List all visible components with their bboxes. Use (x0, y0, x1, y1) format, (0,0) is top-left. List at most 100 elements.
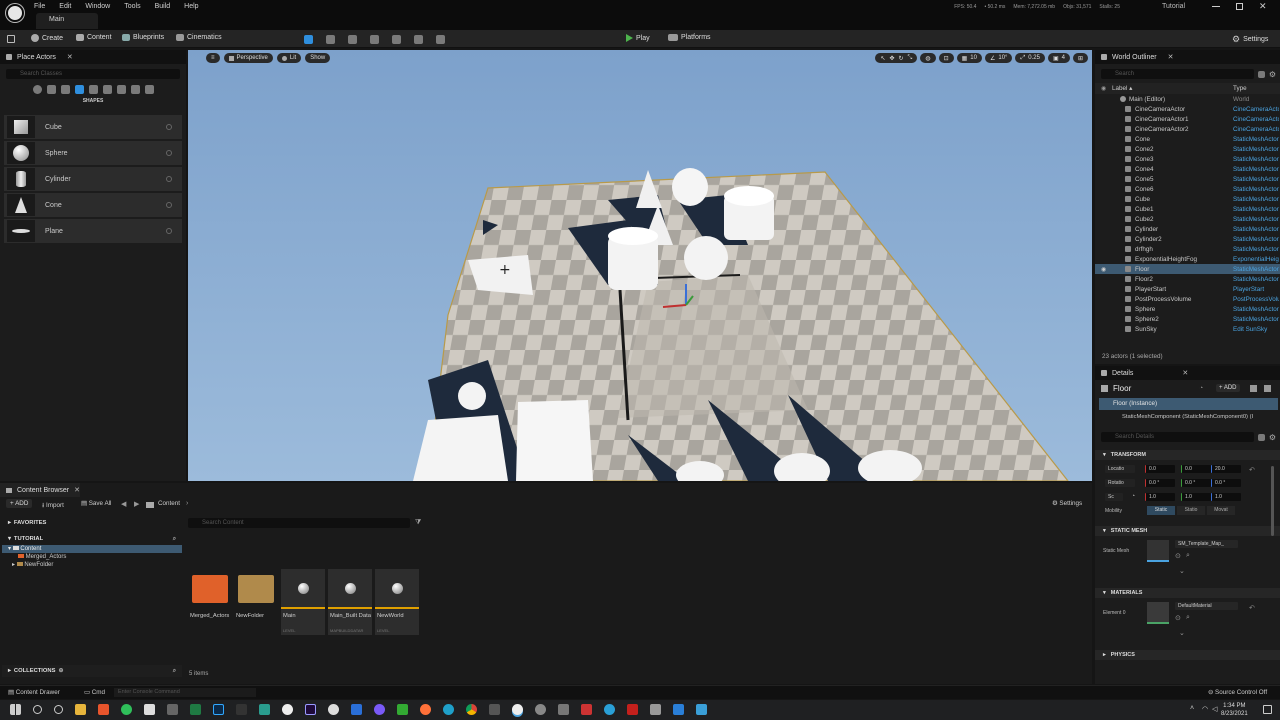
outliner-search-input[interactable]: Search (1101, 69, 1254, 79)
visibility-icon[interactable]: ◉ (1101, 85, 1106, 92)
menu-file[interactable]: File (34, 3, 45, 10)
outliner-row[interactable]: CineCameraActor2 CineCameraActor (1095, 124, 1280, 134)
play-button[interactable]: Play (626, 34, 650, 42)
outliner-row[interactable]: drfhgh StaticMeshActor (1095, 244, 1280, 254)
asset-main-built-data[interactable]: Main_Built Data MAPBUILDDATAR (328, 569, 372, 635)
content-button[interactable]: Content (76, 34, 112, 41)
history-forward-icon[interactable]: ▶ (134, 500, 139, 508)
save-icon[interactable] (7, 35, 15, 43)
app-icon[interactable] (650, 704, 661, 715)
content-drawer-button[interactable]: ▤ Content Drawer (8, 689, 60, 696)
location-dropdown[interactable]: Locatio (1105, 465, 1135, 473)
landscape-mode-icon[interactable] (326, 35, 335, 44)
epic-games-icon[interactable] (236, 704, 247, 715)
grid-snap[interactable]: ▦ 10 (956, 53, 982, 63)
scale-z[interactable]: 1.0 (1211, 493, 1241, 501)
app-icon[interactable] (489, 704, 500, 715)
menu-tools[interactable]: Tools (124, 3, 140, 10)
recent-icon[interactable] (33, 85, 42, 94)
app-icon[interactable] (696, 704, 707, 715)
collections-header[interactable]: ▸ COLLECTIONS ⊕ ⌕ (2, 665, 182, 677)
mesh-thumbnail[interactable] (1147, 540, 1169, 562)
outliner-row[interactable]: SunSky Edit SunSky (1095, 324, 1280, 334)
scale-x[interactable]: 1.0 (1145, 493, 1175, 501)
hamburger-menu-icon[interactable]: ≡ (206, 53, 220, 63)
outliner-row[interactable]: Cube2 StaticMeshActor (1095, 214, 1280, 224)
info-icon[interactable] (166, 202, 172, 208)
instance-row[interactable]: Floor (Instance) (1099, 398, 1278, 410)
content-browser-tab[interactable]: Content Browser ✕ (0, 483, 80, 497)
menu-build[interactable]: Build (155, 3, 171, 10)
outliner-row[interactable]: PostProcessVolume PostProcessVolume (1095, 294, 1280, 304)
excel-icon[interactable] (190, 704, 201, 715)
rotation-y[interactable]: 0.0 ° (1181, 479, 1211, 487)
shape-plane[interactable]: Plane (4, 219, 182, 243)
firefox-icon[interactable] (420, 704, 431, 715)
outliner-row[interactable]: Cone4 StaticMeshActor (1095, 164, 1280, 174)
mobility-static[interactable]: Static (1147, 506, 1175, 515)
mesh-paint-icon[interactable] (370, 35, 379, 44)
search-icon[interactable]: ⌕ (1186, 552, 1190, 560)
asset-merged-actors[interactable]: Merged_Actors (188, 569, 232, 635)
app-icon[interactable] (259, 704, 270, 715)
gear-icon[interactable]: ⚙ (1269, 433, 1276, 442)
app-icon[interactable] (673, 704, 684, 715)
lights-icon[interactable] (61, 85, 70, 94)
add-button[interactable]: + ADD (6, 499, 33, 508)
outliner-row[interactable]: ExponentialHeightFog ExponentialHeightFog (1095, 254, 1280, 264)
details-search-input[interactable]: Search Details (1101, 432, 1254, 442)
static-mesh-section[interactable]: ▾ STATIC MESH (1095, 526, 1280, 536)
info-icon[interactable] (166, 150, 172, 156)
content-search-input[interactable]: Search Content (188, 518, 410, 528)
whatsapp-icon[interactable] (121, 704, 132, 715)
tutorial-header[interactable]: ▾ TUTORIAL ⌕ (2, 533, 182, 545)
location-y[interactable]: 0.0 (1181, 465, 1211, 473)
reset-icon[interactable]: ↶ (1249, 466, 1255, 474)
folder-add-icon[interactable] (1257, 70, 1265, 78)
outliner-row[interactable]: Floor2 StaticMeshActor (1095, 274, 1280, 284)
volumes-icon[interactable] (117, 85, 126, 94)
console-input[interactable]: Enter Console Command (114, 688, 256, 697)
settings-button[interactable]: ⚙ Settings (1232, 34, 1268, 45)
search-icon[interactable]: ⌕ (1186, 614, 1190, 622)
search-classes-input[interactable]: Search Classes (6, 69, 180, 79)
lit-button[interactable]: Lit (276, 53, 302, 63)
app-icon[interactable] (535, 704, 546, 715)
rotation-dropdown[interactable]: Rotatio (1105, 479, 1135, 487)
chevron-down-icon[interactable]: ⌄ (1179, 567, 1185, 575)
minimize-icon[interactable] (1212, 5, 1220, 7)
app-icon[interactable] (167, 704, 178, 715)
lock-icon[interactable]: ◔ (1199, 385, 1203, 392)
tree-content[interactable]: ▾ Content (2, 545, 182, 553)
perspective-button[interactable]: Perspective (223, 53, 273, 63)
fracture-icon[interactable] (392, 35, 401, 44)
details-tab[interactable]: Details ✕ (1095, 366, 1280, 380)
outliner-row[interactable]: Cone StaticMeshActor (1095, 134, 1280, 144)
unreal-icon[interactable] (512, 704, 523, 715)
notifications-icon[interactable] (1263, 705, 1272, 714)
close-tab-icon[interactable]: ✕ (67, 53, 73, 61)
chrome-icon[interactable] (466, 704, 477, 715)
lock-scale-icon[interactable]: ◔ (1131, 493, 1135, 500)
outliner-row[interactable]: ◉ Floor StaticMeshActor (1095, 264, 1280, 274)
history-back-icon[interactable]: ◀ (121, 500, 126, 508)
basic-icon[interactable] (47, 85, 56, 94)
brave-icon[interactable] (98, 704, 109, 715)
viewport-layout-button[interactable]: ⊞ (1072, 53, 1088, 63)
app-icon[interactable] (351, 704, 362, 715)
photoshop-icon[interactable] (213, 704, 224, 715)
info-icon[interactable] (166, 176, 172, 182)
windows-start-icon[interactable] (10, 704, 21, 715)
mobility-movable[interactable]: Movat (1207, 506, 1235, 515)
shapes-icon[interactable] (75, 85, 84, 94)
rotation-x[interactable]: 0.0 ° (1145, 479, 1175, 487)
add-collection-icon[interactable]: ⊕ (58, 668, 63, 674)
premiere-icon[interactable] (305, 704, 316, 715)
menu-window[interactable]: Window (85, 3, 110, 10)
tree-new-folder[interactable]: ▸ NewFolder (2, 561, 182, 569)
static-mesh-dropdown[interactable]: SM_Template_Map_ (1175, 540, 1238, 548)
outliner-row[interactable]: Cone6 StaticMeshActor (1095, 184, 1280, 194)
blueprints-button[interactable]: Blueprints (122, 34, 164, 41)
app-icon[interactable] (374, 704, 385, 715)
shape-cube[interactable]: Cube (4, 115, 182, 139)
